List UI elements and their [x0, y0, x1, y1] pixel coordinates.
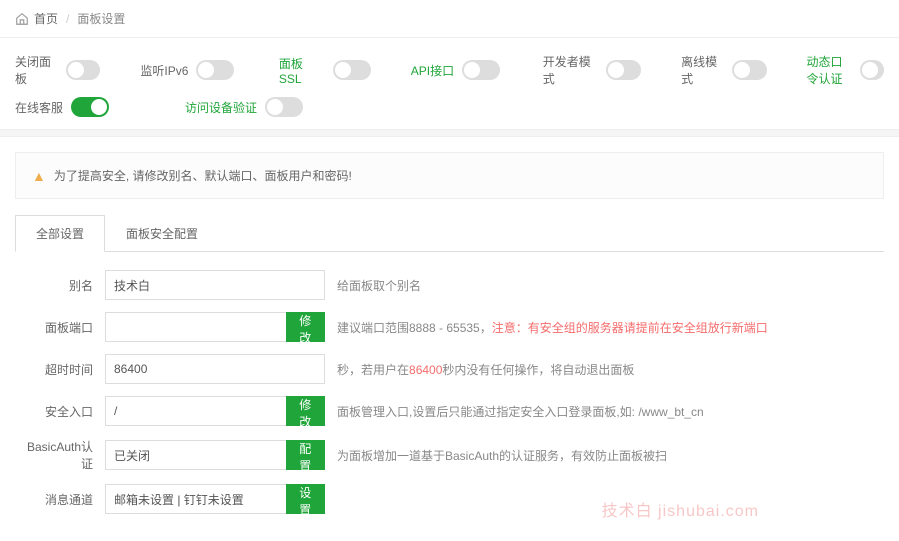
breadcrumb-home[interactable]: 首页 — [34, 10, 58, 27]
alert-text: 为了提高安全, 请修改别名、默认端口、面板用户和密码! — [54, 167, 352, 184]
input-basicauth[interactable] — [105, 440, 287, 470]
input-port[interactable] — [105, 312, 287, 342]
label-msg-channel: 消息通道 — [15, 491, 105, 508]
btn-entry-modify[interactable]: 修改 — [286, 396, 325, 426]
tab-all-settings[interactable]: 全部设置 — [15, 215, 105, 252]
toggle-dev[interactable] — [606, 60, 641, 80]
breadcrumb-current: 面板设置 — [77, 10, 125, 27]
input-alias[interactable] — [105, 270, 325, 300]
toggle-label-close-panel: 关闭面板 — [15, 53, 58, 87]
label-alias: 别名 — [15, 277, 105, 294]
toggle-dynamic-pwd[interactable] — [860, 60, 884, 80]
toggle-label-ssl: 面板SSL — [279, 55, 325, 86]
label-port: 面板端口 — [15, 319, 105, 336]
breadcrumb-separator: / — [66, 12, 69, 26]
toggle-device-verify[interactable] — [265, 97, 303, 117]
hint-entry: 面板管理入口,设置后只能通过指定安全入口登录面板,如: /www_bt_cn — [337, 403, 704, 420]
btn-port-modify[interactable]: 修改 — [286, 312, 325, 342]
toggle-label-dev: 开发者模式 — [543, 53, 598, 87]
btn-basicauth-config[interactable]: 配置 — [286, 440, 325, 470]
tab-security-config[interactable]: 面板安全配置 — [105, 215, 219, 252]
section-divider — [0, 129, 899, 137]
hint-port: 建议端口范围8888 - 65535，注意：有安全组的服务器请提前在安全组放行新… — [337, 319, 768, 336]
toggle-label-api: API接口 — [411, 62, 454, 79]
toggle-bar: 关闭面板 监听IPv6 面板SSL API接口 开发者模式 离线模式 动态口令认… — [0, 38, 899, 129]
btn-msg-settings[interactable]: 设置 — [286, 484, 325, 514]
toggle-ssl[interactable] — [333, 60, 371, 80]
hint-basicauth: 为面板增加一道基于BasicAuth的认证服务，有效防止面板被扫 — [337, 447, 667, 464]
toggle-label-ipv6: 监听IPv6 — [140, 62, 188, 79]
label-basicauth: BasicAuth认证 — [15, 438, 105, 472]
input-timeout[interactable] — [105, 354, 325, 384]
toggle-online-service[interactable] — [71, 97, 109, 117]
hint-timeout: 秒，若用户在86400秒内没有任何操作，将自动退出面板 — [337, 361, 634, 378]
toggle-api[interactable] — [462, 60, 500, 80]
input-msg-channel[interactable] — [105, 484, 287, 514]
toggle-ipv6[interactable] — [196, 60, 234, 80]
toggle-label-offline: 离线模式 — [681, 53, 724, 87]
toggle-label-dynamic-pwd: 动态口令认证 — [807, 53, 852, 87]
toggle-label-online-service: 在线客服 — [15, 99, 63, 116]
toggle-offline[interactable] — [732, 60, 766, 80]
tabs: 全部设置 面板安全配置 — [15, 214, 884, 252]
warning-icon: ▲ — [32, 168, 46, 184]
toggle-label-device-verify: 访问设备验证 — [185, 99, 257, 116]
toggle-close-panel[interactable] — [66, 60, 100, 80]
label-entry: 安全入口 — [15, 403, 105, 420]
input-entry[interactable] — [105, 396, 287, 426]
breadcrumb: 首页 / 面板设置 — [0, 0, 899, 38]
home-icon — [15, 12, 29, 26]
hint-alias: 给面板取个别名 — [337, 277, 421, 294]
security-alert: ▲ 为了提高安全, 请修改别名、默认端口、面板用户和密码! — [15, 152, 884, 199]
label-timeout: 超时时间 — [15, 361, 105, 378]
